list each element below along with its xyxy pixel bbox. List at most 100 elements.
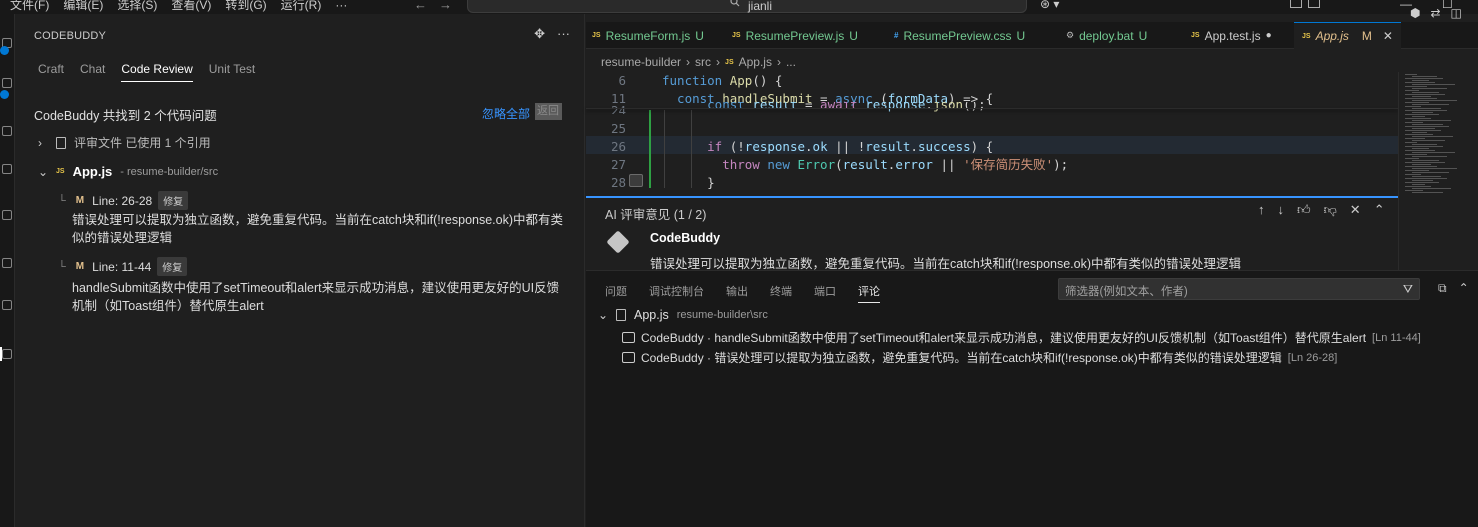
chevron-up-icon[interactable]: ⌃ [1374, 202, 1385, 218]
docker-icon[interactable] [2, 300, 12, 310]
menu-file[interactable]: 文件(F) [3, 0, 56, 13]
comment-item[interactable]: CodeBuddy · handleSubmit函数中使用了setTimeout… [622, 329, 1421, 346]
split-editor-icon[interactable]: ◫ [1451, 6, 1462, 20]
tab-problems[interactable]: 问题 [605, 283, 627, 303]
move-icon[interactable]: ✥ [534, 26, 545, 42]
editor-actions: ⬢ ⇄ ◫ [1410, 6, 1462, 20]
minimap-line [1405, 126, 1449, 127]
editor-tab[interactable]: ⚙ deploy.bat U [1066, 22, 1147, 49]
code-token: result [752, 102, 798, 112]
more-actions-icon[interactable]: ··· [557, 26, 570, 42]
tab-debug-console[interactable]: 调试控制台 [649, 283, 704, 303]
minimap-line [1405, 182, 1439, 183]
editor-tab[interactable]: JS App.test.js ● [1191, 22, 1272, 49]
tab-code-review[interactable]: Code Review [121, 62, 193, 82]
minimap-line [1412, 188, 1451, 189]
editor-tab[interactable]: # ResumePreview.css U [894, 22, 1025, 49]
run-debug-icon[interactable] [2, 126, 12, 136]
menu-run[interactable]: 运行(R) [274, 0, 329, 13]
search-activity-icon[interactable] [2, 78, 12, 88]
arrow-down-icon[interactable]: ↓ [1278, 202, 1285, 218]
review-files-row[interactable]: › 评审文件 已使用 1 个引用 [38, 134, 211, 151]
ignore-all-link[interactable]: 忽略全部 [482, 105, 530, 122]
fix-button[interactable]: 修复 [158, 191, 189, 210]
tab-comments[interactable]: 评论 [858, 283, 880, 303]
toggle-panel-icon[interactable] [1308, 0, 1320, 8]
editor-tab[interactable]: JS ResumeForm.js U [592, 22, 704, 49]
breadcrumb-item[interactable]: src [695, 55, 711, 69]
breadcrumb-item[interactable]: resume-builder [601, 55, 681, 69]
editor-tab[interactable]: JS ResumePreview.js U [732, 22, 858, 49]
editor-tab-active[interactable]: JS App.js M ✕ [1294, 22, 1401, 49]
minimap-line [1405, 150, 1435, 151]
js-file-icon: JS [56, 168, 65, 175]
forward-arrow-icon[interactable]: → [439, 0, 452, 12]
minimap-line [1412, 84, 1455, 85]
code-token: error [895, 157, 933, 172]
tab-output[interactable]: 输出 [726, 283, 748, 303]
code-line[interactable]: 25 [586, 120, 1398, 138]
code-line[interactable]: 28 } [586, 174, 1398, 192]
breadcrumb-item[interactable]: ... [786, 55, 796, 69]
menu-edit[interactable]: 编辑(E) [56, 0, 110, 13]
comment-file-row[interactable]: ⌄ App.js resume-builder\src [598, 308, 768, 322]
tab-unit-test[interactable]: Unit Test [209, 62, 255, 82]
thumbs-up-icon[interactable]: 👍︎ [1297, 202, 1311, 218]
breadcrumb-item[interactable]: App.js [739, 55, 772, 69]
extensions-icon[interactable] [2, 164, 12, 174]
arrow-up-icon[interactable]: ↑ [1258, 202, 1265, 218]
codebuddy-icon[interactable] [2, 349, 12, 359]
collapse-all-icon[interactable]: ⧉ [1438, 281, 1447, 296]
return-button[interactable]: 返回 [535, 103, 562, 120]
tree-connector: └ [58, 260, 66, 273]
close-icon[interactable]: ✕ [1383, 29, 1393, 43]
minimap-line [1405, 142, 1417, 143]
issue-header[interactable]: └ M Line: 26-28 修复 [58, 191, 189, 210]
file-icon [616, 309, 626, 321]
tab-terminal[interactable]: 终端 [770, 283, 792, 303]
minimap-line [1405, 186, 1431, 187]
comment-text: CodeBuddy · handleSubmit函数中使用了setTimeout… [641, 331, 1367, 345]
fix-button[interactable]: 修复 [157, 257, 188, 276]
menu-more[interactable]: ··· [328, 0, 354, 13]
tab-ports[interactable]: 端口 [814, 283, 836, 303]
back-arrow-icon[interactable]: ← [414, 0, 427, 12]
minimap-line [1405, 82, 1435, 83]
tab-chat[interactable]: Chat [80, 62, 105, 82]
thumbs-down-icon[interactable]: 👎︎ [1324, 202, 1337, 218]
remote-icon[interactable] [2, 258, 12, 268]
toggle-sidebar-icon[interactable] [1290, 0, 1302, 8]
code-editor[interactable]: 6 function App() {11 const handleSubmit =… [586, 72, 1398, 196]
css-file-icon: # [894, 31, 899, 40]
testing-icon[interactable] [2, 210, 12, 220]
minimap-line [1405, 138, 1425, 139]
code-line[interactable]: 26 if (!response.ok || !result.success) … [586, 138, 1398, 156]
codebuddy-action-icon[interactable]: ⬢ [1410, 6, 1420, 20]
issue-header[interactable]: └ M Line: 11-44 修复 [58, 257, 188, 276]
filter-icon[interactable]: ⛛ [1403, 282, 1413, 297]
minimap-line [1412, 108, 1441, 109]
code-line[interactable]: 27 throw new Error(result.error || '保存简历… [586, 156, 1398, 174]
code-token: new [767, 157, 798, 172]
compare-icon[interactable]: ⇄ [1430, 6, 1440, 20]
tab-label: deploy.bat [1079, 28, 1134, 43]
minimap-line [1412, 80, 1429, 81]
file-path: - resume-builder/src [120, 165, 219, 178]
chevron-up-icon[interactable]: ⌃ [1459, 281, 1469, 296]
menu-view[interactable]: 查看(V) [164, 0, 218, 13]
code-line[interactable]: 6 function App() { [586, 72, 1398, 90]
comment-gutter-icon[interactable] [629, 174, 643, 187]
close-icon[interactable]: ✕ [1350, 202, 1361, 218]
code-token: () { [752, 73, 783, 88]
comments-filter-input[interactable]: 筛选器(例如文本、作者) ⛛ [1058, 278, 1420, 300]
menu-go[interactable]: 转到(G) [218, 0, 273, 13]
chevron-down-icon: ⌄ [598, 308, 609, 322]
tab-craft[interactable]: Craft [38, 62, 64, 82]
command-center[interactable]: jianli [467, 0, 1027, 13]
comment-item[interactable]: CodeBuddy · 错误处理可以提取为独立函数，避免重复代码。当前在catc… [622, 349, 1337, 366]
line-number: 25 [610, 121, 626, 136]
minimap[interactable] [1398, 72, 1478, 270]
copilot-icon[interactable]: ⊛ ▾ [1040, 0, 1059, 11]
file-group-row[interactable]: ⌄ JS App.js - resume-builder/src [38, 164, 218, 179]
menu-selection[interactable]: 选择(S) [110, 0, 164, 13]
